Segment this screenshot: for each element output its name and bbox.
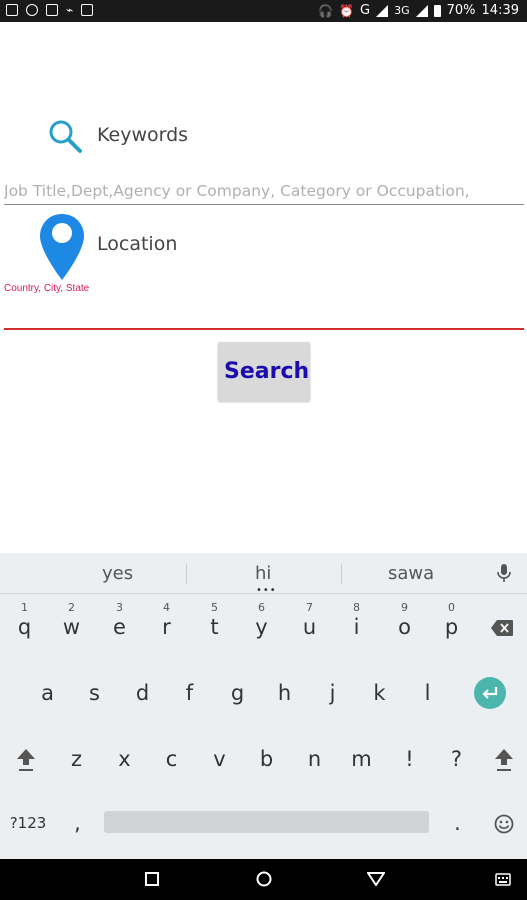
emoji-icon (494, 814, 513, 834)
key-y[interactable]: 6y (238, 601, 285, 651)
microphone-icon[interactable] (497, 563, 511, 587)
back-icon[interactable] (367, 872, 385, 886)
location-label: Location (97, 233, 178, 255)
network-type-g: G (360, 3, 371, 18)
shift-icon (494, 749, 513, 771)
key-h[interactable]: h (261, 669, 308, 717)
symbols-key[interactable]: ?123 (2, 799, 54, 847)
usb-icon: ⌁ (66, 3, 74, 17)
headphone-icon: 🎧 (318, 3, 334, 18)
more-suggestions-dots[interactable]: ••• (256, 585, 277, 596)
key-p[interactable]: 0p (428, 601, 475, 651)
suggestion-hi[interactable]: hi (255, 563, 271, 584)
android-icon (81, 4, 94, 16)
key-n[interactable]: n (291, 735, 338, 783)
key-a[interactable]: a (24, 669, 71, 717)
notification-icon (6, 4, 18, 16)
recents-icon[interactable] (145, 872, 159, 886)
suggestion-sawa[interactable]: sawa (388, 563, 434, 584)
key-u[interactable]: 7u (286, 601, 333, 651)
key-l[interactable]: l (404, 669, 451, 717)
suggestion-bar: yes hi ••• sawa (0, 553, 527, 596)
clock: 14:39 (481, 3, 519, 18)
key-j[interactable]: j (309, 669, 356, 717)
key-d[interactable]: d (119, 669, 166, 717)
image-notification-icon (46, 4, 58, 16)
signal-icon-2 (415, 4, 428, 17)
search-button[interactable]: Search (218, 342, 310, 401)
key-period[interactable]: . (434, 799, 481, 847)
keywords-input[interactable] (4, 178, 524, 205)
app-notification-icon (26, 4, 38, 16)
status-bar: ⌁ 🎧 ⏰ G 3G 70% 14:39 (0, 0, 527, 22)
key-o[interactable]: 9o (381, 601, 428, 651)
key-k[interactable]: k (356, 669, 403, 717)
keywords-label: Keywords (97, 124, 189, 146)
suggestion-divider (186, 564, 187, 584)
keyboard-switch-icon[interactable] (495, 873, 511, 886)
shift-icon (16, 749, 35, 771)
network-type-3g: 3G (394, 4, 410, 17)
alarm-icon: ⏰ (339, 3, 355, 18)
search-icon (47, 118, 85, 160)
home-icon[interactable] (256, 871, 272, 887)
key-f[interactable]: f (166, 669, 213, 717)
shift-key-right[interactable] (480, 735, 527, 783)
key-q[interactable]: 1q (1, 601, 48, 651)
key-exclamation[interactable]: ! (386, 735, 433, 783)
backspace-icon (490, 620, 513, 636)
suggestion-divider (341, 564, 342, 584)
key-question[interactable]: ? (433, 735, 480, 783)
key-c[interactable]: c (148, 735, 195, 783)
emoji-key[interactable] (480, 799, 527, 847)
signal-icon (376, 4, 389, 17)
key-r[interactable]: 4r (143, 601, 190, 651)
system-icons: 🎧 ⏰ G 3G 70% 14:39 (318, 3, 519, 18)
notification-icons: ⌁ (6, 3, 94, 17)
key-v[interactable]: v (196, 735, 243, 783)
location-hint: Country, City, State (4, 283, 90, 294)
shift-key[interactable] (2, 735, 49, 783)
key-g[interactable]: g (214, 669, 261, 717)
soft-keyboard: yes hi ••• sawa 1q 2w 3e 4r 5t 6y 7u 8i … (0, 553, 527, 859)
key-z[interactable]: z (53, 735, 100, 783)
keyboard-row-3: z x c v b n m ! ? (0, 735, 527, 787)
key-e[interactable]: 3e (96, 601, 143, 651)
battery-percent: 70% (446, 3, 476, 18)
key-s[interactable]: s (71, 669, 118, 717)
enter-key[interactable] (474, 677, 506, 709)
key-b[interactable]: b (243, 735, 290, 783)
key-comma[interactable]: , (54, 799, 101, 847)
location-input[interactable] (4, 300, 524, 330)
keyboard-row-2: a s d f g h j k l (0, 669, 527, 721)
keyboard-row-1: 1q 2w 3e 4r 5t 6y 7u 8i 9o 0p (0, 601, 527, 655)
key-m[interactable]: m (338, 735, 385, 783)
location-pin-icon (38, 212, 86, 286)
backspace-key[interactable] (478, 603, 525, 651)
key-i[interactable]: 8i (333, 601, 380, 651)
key-w[interactable]: 2w (48, 601, 95, 651)
key-x[interactable]: x (101, 735, 148, 783)
battery-icon (433, 4, 441, 17)
suggestion-yes[interactable]: yes (102, 563, 133, 584)
spacebar[interactable] (104, 811, 429, 833)
enter-icon (482, 687, 498, 699)
navigation-bar (0, 859, 527, 900)
key-t[interactable]: 5t (191, 601, 238, 651)
